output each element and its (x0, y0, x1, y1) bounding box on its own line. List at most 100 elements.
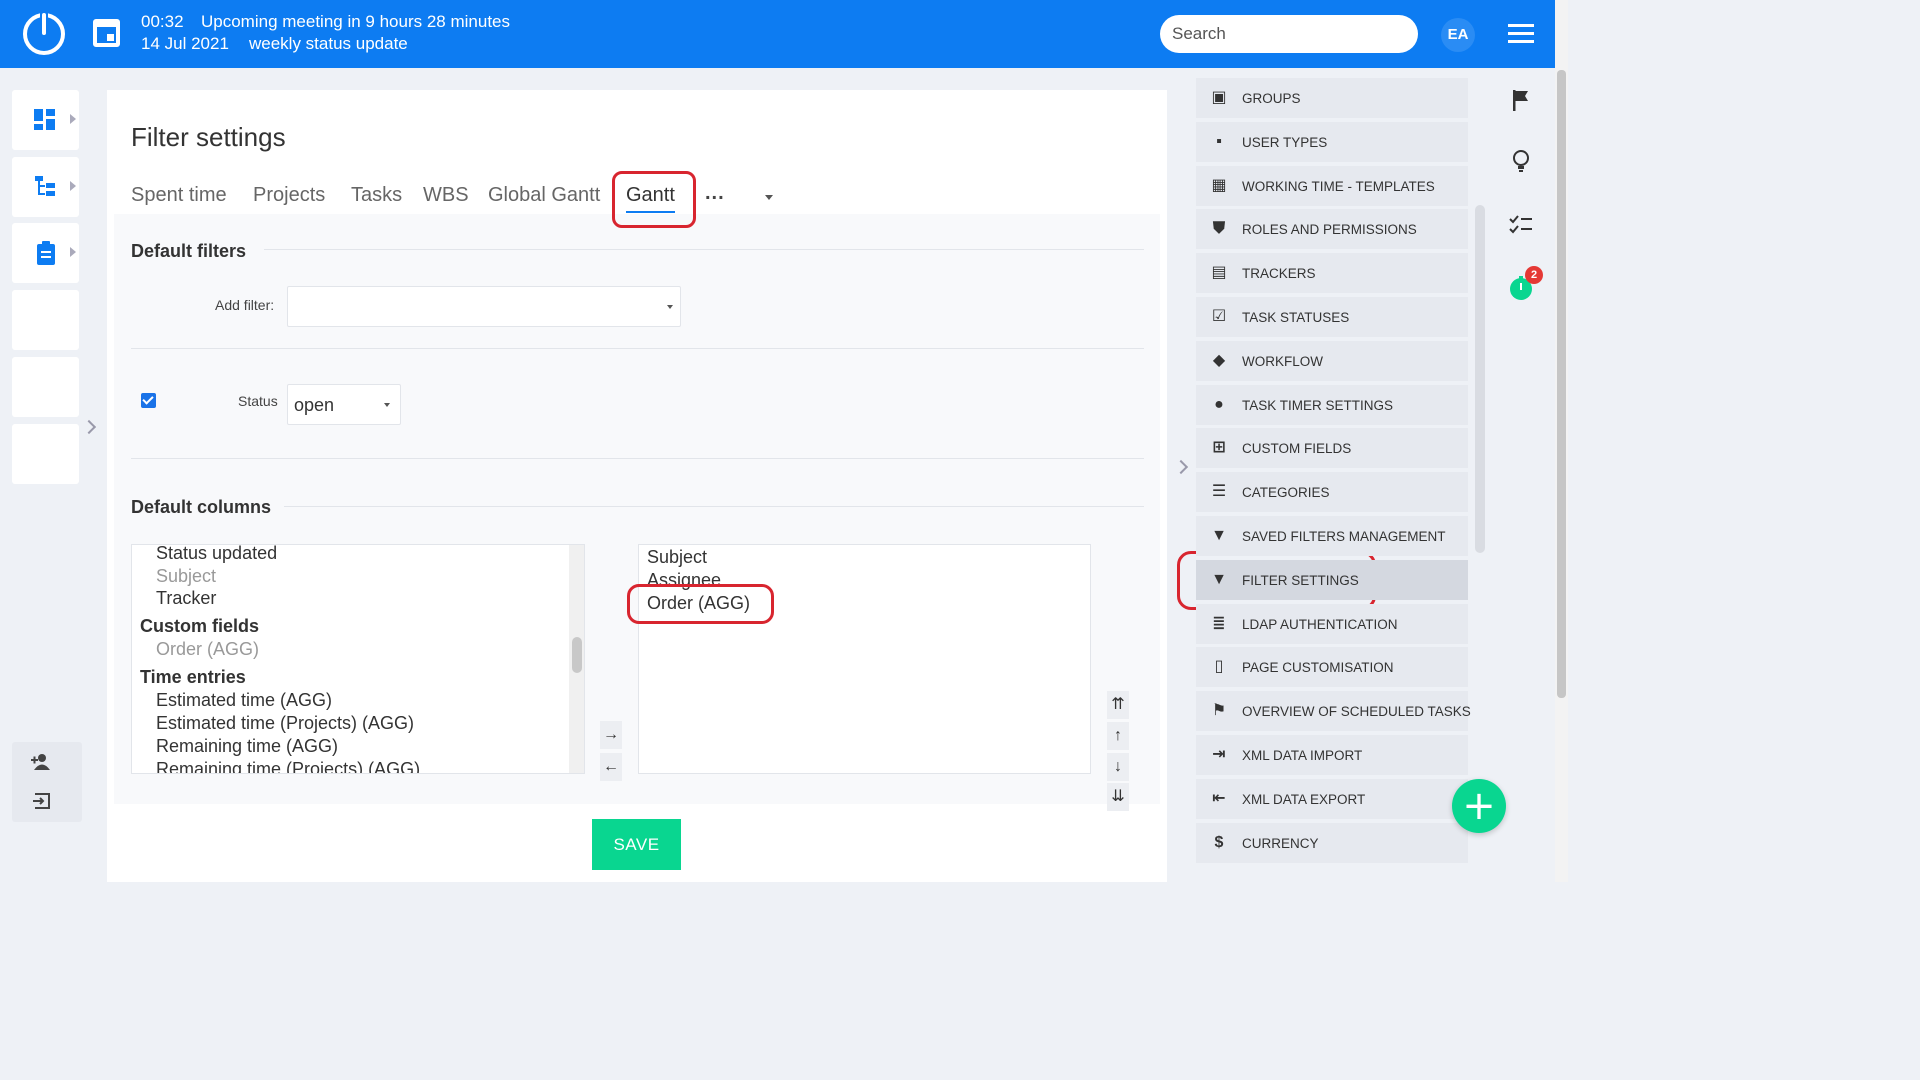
export-icon: ⇤ (1212, 790, 1226, 807)
admin-menu-item[interactable]: ⚑ OVERVIEW OF SCHEDULED TASKS (1196, 691, 1471, 731)
groups-icon: ▣ (1211, 89, 1227, 106)
search-input[interactable] (1160, 15, 1418, 53)
admin-menu-item[interactable]: ◆ WORKFLOW (1196, 341, 1468, 381)
admin-menu-item[interactable]: ● TASK TIMER SETTINGS (1196, 385, 1468, 425)
collapse-right-chevron-icon[interactable] (1173, 459, 1189, 475)
flag-icon: ⚑ (1211, 702, 1227, 719)
logout-icon[interactable] (33, 793, 51, 809)
tabs-dropdown-icon[interactable] (765, 195, 773, 200)
list-item[interactable]: Remaining time (Projects) (AGG) (156, 759, 420, 773)
admin-menu-item-label: WORKFLOW (1242, 354, 1323, 369)
status-select[interactable]: open (287, 384, 401, 425)
list-icon: ☰ (1211, 483, 1227, 500)
move-right-button[interactable]: → (600, 721, 622, 749)
divider (131, 458, 1144, 459)
move-up-button[interactable]: ↑ (1107, 722, 1129, 750)
annotation-highlight (627, 584, 774, 624)
meeting-time: 00:32 (141, 12, 184, 31)
filter-icon: ▼ (1211, 571, 1227, 588)
list-item[interactable]: Estimated time (AGG) (156, 690, 332, 711)
admin-menu-item-label: FILTER SETTINGS (1242, 573, 1359, 588)
move-bottom-button[interactable]: ⇊ (1107, 783, 1129, 811)
list-item[interactable]: Estimated time (Projects) (AGG) (156, 713, 414, 734)
move-down-button[interactable]: ↓ (1107, 753, 1129, 781)
hierarchy-icon (35, 176, 55, 196)
meeting-date: 14 Jul 2021 (141, 34, 229, 53)
admin-menu-item[interactable]: ▼ SAVED FILTERS MANAGEMENT (1196, 516, 1468, 556)
admin-menu-item[interactable]: ⇤ XML DATA EXPORT (1196, 779, 1468, 819)
menu-scrollbar[interactable] (1475, 205, 1485, 553)
nav-item-empty[interactable] (12, 424, 79, 484)
list-item[interactable]: Tracker (156, 588, 216, 609)
move-left-button[interactable]: ← (600, 753, 622, 781)
admin-menu-item[interactable]: ☑ TASK STATUSES (1196, 297, 1468, 337)
status-select-value: open (294, 395, 335, 415)
list-item: Order (AGG) (156, 639, 260, 659)
admin-menu-item[interactable]: ▪ USER TYPES (1196, 122, 1468, 162)
admin-menu-item[interactable]: ▤ TRACKERS (1196, 253, 1468, 293)
tab-tasks[interactable]: Tasks (351, 184, 402, 207)
hamburger-menu-icon[interactable] (1508, 24, 1534, 44)
save-button[interactable]: SAVE (592, 819, 681, 870)
list-group-label: Custom fields (140, 616, 260, 636)
admin-menu-item[interactable]: ▼ FILTER SETTINGS (1196, 560, 1468, 600)
nav-hierarchy[interactable] (12, 157, 79, 217)
admin-menu-item[interactable]: ⛊ ROLES AND PERMISSIONS (1196, 209, 1468, 249)
stopwatch-icon: ● (1214, 396, 1224, 413)
calendar-icon[interactable] (93, 19, 120, 47)
avatar[interactable]: EA (1441, 18, 1475, 52)
admin-menu-item-label: CATEGORIES (1242, 485, 1330, 500)
admin-menu-item[interactable]: ⊞ CUSTOM FIELDS (1196, 428, 1468, 468)
add-fab-button[interactable]: + (1452, 779, 1506, 833)
admin-menu-item-label: CUSTOM FIELDS (1242, 441, 1352, 456)
calendar-icon: ▦ (1211, 177, 1227, 194)
selected-columns-list[interactable]: Subject Assignee Order (AGG) (638, 544, 1091, 774)
move-top-button[interactable]: ⇈ (1107, 691, 1129, 719)
admin-menu-item-label: PAGE CUSTOMISATION (1242, 660, 1394, 675)
admin-menu-item-label: XML DATA IMPORT (1242, 748, 1363, 763)
annotation-highlight (612, 171, 696, 228)
admin-menu-item[interactable]: ⇥ XML DATA IMPORT (1196, 735, 1468, 775)
default-columns-heading: Default columns (131, 497, 272, 517)
lightbulb-icon[interactable] (1508, 148, 1534, 174)
admin-menu-item[interactable]: ☰ CATEGORIES (1196, 472, 1468, 512)
admin-menu-item-label: XML DATA EXPORT (1242, 792, 1366, 807)
tab-spent-time[interactable]: Spent time (131, 184, 227, 207)
checklist-icon[interactable] (1508, 212, 1534, 238)
admin-menu-item[interactable]: $ CURRENCY (1196, 823, 1468, 863)
nav-dashboard[interactable] (12, 90, 79, 150)
list-item[interactable]: Subject (647, 547, 707, 568)
nav-item-empty[interactable] (12, 290, 79, 350)
status-filter-checkbox[interactable] (141, 393, 156, 408)
flag-icon[interactable] (1508, 87, 1534, 113)
tab-wbs[interactable]: WBS (423, 184, 469, 207)
tab-global-gantt[interactable]: Global Gantt (488, 184, 600, 207)
admin-menu-item-label: TASK TIMER SETTINGS (1242, 398, 1394, 413)
expand-arrow-icon (70, 181, 76, 191)
admin-menu-item-label: LDAP AUTHENTICATION (1242, 617, 1398, 632)
tabs-more-button[interactable]: ... (705, 182, 725, 205)
nav-tasks[interactable] (12, 223, 79, 283)
default-filters-heading: Default filters (131, 241, 247, 261)
add-user-icon[interactable] (31, 753, 53, 771)
meeting-countdown[interactable]: Upcoming meeting in 9 hours 28 minutes (201, 12, 510, 32)
shield-icon: ⛊ (1212, 220, 1225, 237)
available-columns-list[interactable]: Status updated Subject Tracker Custom fi… (131, 544, 585, 774)
admin-menu-item-label: WORKING TIME - TEMPLATES (1242, 179, 1435, 194)
list-scrollbar-thumb[interactable] (572, 637, 582, 673)
admin-menu-item[interactable]: ▣ GROUPS (1196, 78, 1468, 118)
nav-item-empty[interactable] (12, 357, 79, 417)
page-scrollbar-thumb[interactable] (1557, 70, 1566, 698)
admin-menu-item[interactable]: ▦ WORKING TIME - TEMPLATES (1196, 166, 1468, 206)
currency-icon: $ (1214, 834, 1224, 851)
collapse-left-chevron-icon[interactable] (81, 419, 97, 435)
add-filter-select[interactable] (287, 286, 681, 327)
app-logo-icon[interactable] (23, 13, 65, 55)
meeting-name[interactable]: weekly status update (249, 34, 408, 54)
admin-menu-item[interactable]: ≣ LDAP AUTHENTICATION (1196, 604, 1468, 644)
tab-projects[interactable]: Projects (253, 184, 325, 207)
server-icon: ≣ (1212, 615, 1226, 632)
list-item[interactable]: Status updated (156, 545, 277, 564)
list-item[interactable]: Remaining time (AGG) (156, 736, 338, 757)
admin-menu-item[interactable]: ▯ PAGE CUSTOMISATION (1196, 647, 1468, 687)
